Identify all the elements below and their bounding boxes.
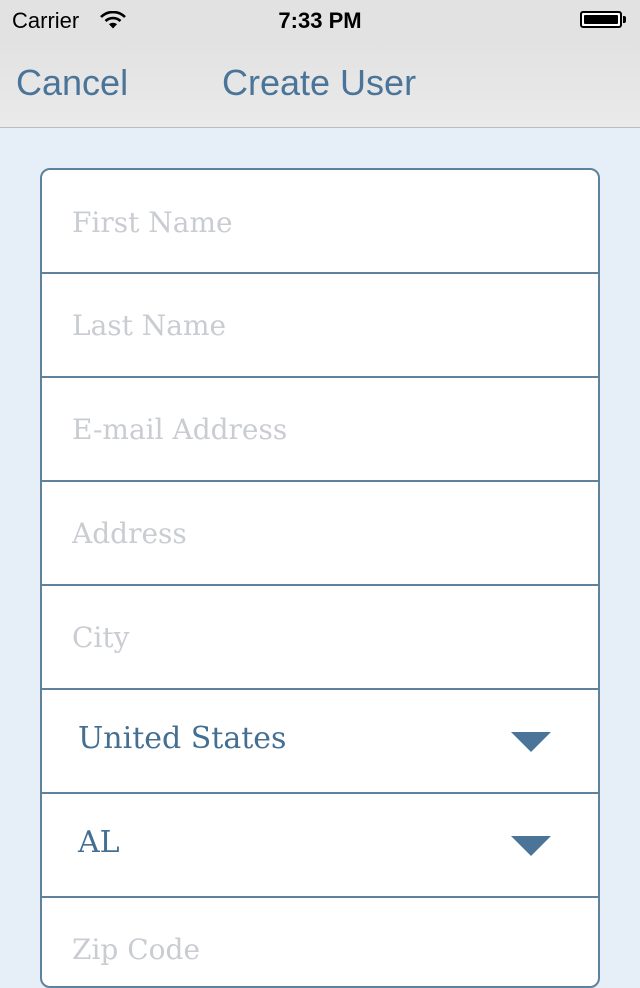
cancel-button[interactable]: Cancel [16, 62, 128, 104]
first-name-field[interactable] [72, 170, 572, 274]
status-bar: Carrier 7:33 PM [0, 0, 640, 40]
country-select[interactable]: United States [42, 688, 598, 792]
address-field[interactable] [72, 482, 572, 584]
country-selected-value: United States [78, 721, 287, 756]
last-name-row [42, 272, 598, 376]
battery-icon [580, 11, 622, 28]
email-field[interactable] [72, 378, 572, 480]
state-select[interactable]: AL [42, 792, 598, 896]
state-selected-value: AL [78, 825, 120, 860]
caret-down-icon[interactable] [511, 836, 551, 856]
city-field[interactable] [72, 586, 572, 688]
address-row [42, 480, 598, 584]
page-title: Create User [222, 62, 417, 103]
last-name-field[interactable] [72, 274, 572, 376]
zip-code-field[interactable] [72, 898, 572, 986]
first-name-row [42, 170, 598, 274]
create-user-form: United States AL [40, 168, 600, 988]
battery-tip [623, 16, 626, 23]
caret-down-icon[interactable] [511, 732, 551, 752]
zip-row [42, 896, 598, 986]
email-row [42, 376, 598, 480]
navigation-bar: Cancel Create User [0, 40, 640, 128]
clock: 7:33 PM [278, 8, 362, 33]
city-row [42, 584, 598, 688]
